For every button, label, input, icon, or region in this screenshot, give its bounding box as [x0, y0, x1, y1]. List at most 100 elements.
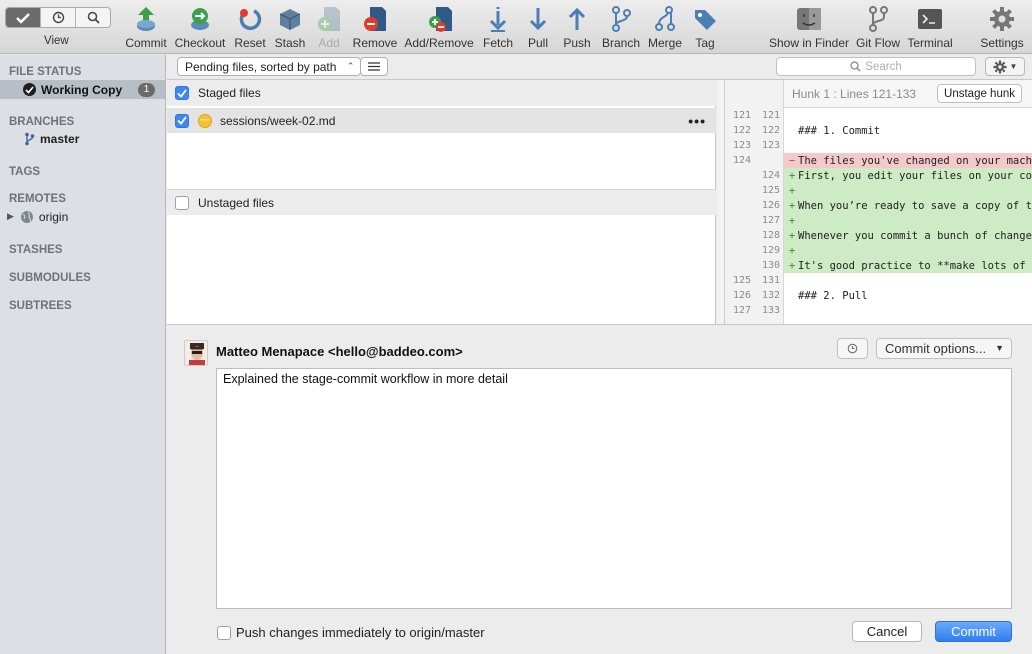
- unstage-hunk-button[interactable]: Unstage hunk: [937, 84, 1022, 103]
- diff-marker: +: [788, 214, 796, 227]
- staged-all-checkbox[interactable]: [175, 86, 189, 100]
- git-flow-button[interactable]: Git Flow: [854, 4, 902, 52]
- push-toolbar-button[interactable]: Push: [562, 4, 592, 52]
- sidebar-item-label: origin: [38, 209, 69, 224]
- pull-toolbar-button[interactable]: Pull: [524, 4, 552, 52]
- new-line-number: 129: [761, 245, 780, 256]
- checkmark-icon: [177, 116, 187, 125]
- commit-button[interactable]: Commit: [935, 621, 1012, 642]
- add-toolbar-button[interactable]: Add: [314, 4, 344, 52]
- add-remove-toolbar-button[interactable]: Add/Remove: [404, 4, 474, 52]
- diff-line[interactable]: 126 + When you’re ready to save a copy of …: [726, 198, 1032, 213]
- old-line-number: 126: [732, 290, 751, 301]
- reset-icon: [239, 9, 262, 30]
- new-line-number: 132: [761, 290, 780, 301]
- search-field[interactable]: Search: [776, 57, 976, 76]
- remove-toolbar-button[interactable]: Remove: [352, 4, 398, 52]
- checkout-toolbar-button[interactable]: Checkout: [174, 4, 226, 52]
- diff-line[interactable]: 130 + It's good practice to **make lots of: [726, 258, 1032, 273]
- sidebar-item-label: Working Copy: [41, 82, 123, 97]
- fetch-toolbar-button[interactable]: Fetch: [481, 4, 515, 52]
- stashes-heading[interactable]: STASHES: [9, 244, 62, 256]
- pane-splitter[interactable]: [717, 80, 725, 324]
- count-badge: 1: [138, 82, 155, 97]
- sort-dropdown-label: Pending files, sorted by path: [185, 59, 337, 74]
- chevron-down-icon: ▼: [1009, 62, 1018, 71]
- fetch-icon: [489, 7, 507, 32]
- diff-line[interactable]: 126 132 ### 2. Pull: [726, 288, 1032, 303]
- tag-icon: [695, 10, 716, 30]
- files-panel: Staged files ··· sessions/week-02.md •••…: [167, 80, 716, 324]
- diff-line[interactable]: 127 133: [726, 303, 1032, 318]
- history-view-button[interactable]: [41, 8, 76, 27]
- stash-toolbar-button[interactable]: Stash: [272, 4, 308, 52]
- view-segmented-control: [5, 7, 111, 28]
- new-line-number: 126: [761, 200, 780, 211]
- hunk-header: Hunk 1 : Lines 121-133 Unstage hunk: [784, 80, 1032, 108]
- old-line-number: 122: [732, 125, 751, 136]
- diff-line[interactable]: 127 +: [726, 213, 1032, 228]
- finder-icon: [797, 8, 821, 30]
- remove-icon: [364, 7, 386, 31]
- git-flow-icon: [869, 6, 888, 32]
- terminal-button[interactable]: Terminal: [906, 4, 954, 52]
- unstaged-all-checkbox[interactable]: [175, 195, 189, 210]
- tag-toolbar-button[interactable]: Tag: [692, 4, 718, 52]
- list-icon: [368, 62, 380, 71]
- cancel-button[interactable]: Cancel: [852, 621, 922, 642]
- sidebar-item-working-copy[interactable]: Working Copy 1: [0, 80, 165, 99]
- diff-marker: +: [788, 199, 796, 212]
- branch-icon: [612, 6, 631, 32]
- merge-toolbar-button[interactable]: Merge: [646, 4, 684, 52]
- settings-icon: [990, 7, 1014, 31]
- reset-toolbar-button[interactable]: Reset: [233, 4, 267, 52]
- diff-line[interactable]: 122 122 ### 1. Commit: [726, 123, 1032, 138]
- commit-toolbar-button[interactable]: Commit: [124, 4, 168, 52]
- commit-options-dropdown[interactable]: Commit options... ▼: [876, 338, 1012, 359]
- file-status-view-button[interactable]: [6, 8, 41, 27]
- diff-line[interactable]: 129 +: [726, 243, 1032, 258]
- search-view-button[interactable]: [76, 8, 110, 27]
- old-line-number: 121: [732, 110, 751, 121]
- commit-history-button[interactable]: [837, 338, 868, 359]
- diff-line[interactable]: 125 +: [726, 183, 1032, 198]
- stash-icon: [279, 9, 301, 30]
- commit-panel: Matteo Menapace <hello@baddeo.com> Commi…: [167, 324, 1032, 654]
- chevron-down-icon: ▼: [995, 343, 1004, 353]
- list-view-button[interactable]: [360, 57, 388, 76]
- disclosure-triangle-icon[interactable]: ▶: [7, 211, 14, 222]
- file-options-gear-button[interactable]: ▼: [985, 57, 1025, 76]
- diff-marker: +: [788, 259, 796, 272]
- old-line-number: 125: [732, 275, 751, 286]
- push-option[interactable]: Push changes immediately to origin/maste…: [217, 625, 485, 640]
- diff-line[interactable]: 125 131: [726, 273, 1032, 288]
- subtrees-heading[interactable]: SUBTREES: [9, 300, 72, 312]
- diff-line[interactable]: 124 + First, you edit your files on your c…: [726, 168, 1032, 183]
- diff-line-text: ### 2. Pull: [798, 289, 868, 302]
- commit-icon: [137, 7, 155, 31]
- more-actions-icon[interactable]: •••: [688, 113, 706, 129]
- sidebar-item-master[interactable]: master: [0, 129, 165, 148]
- push-checkbox[interactable]: [217, 625, 231, 640]
- sort-dropdown[interactable]: Pending files, sorted by path ⌃: [177, 57, 362, 76]
- diff-line-text: ### 1. Commit: [798, 124, 881, 137]
- tags-heading[interactable]: TAGS: [9, 166, 40, 178]
- show-in-finder-button[interactable]: Show in Finder: [767, 4, 851, 52]
- staged-file-row[interactable]: ··· sessions/week-02.md •••: [167, 108, 716, 133]
- sidebar-item-origin[interactable]: ▶ origin: [0, 207, 165, 226]
- unstaged-files-header: Unstaged files: [167, 189, 716, 215]
- branch-toolbar-button[interactable]: Branch: [600, 4, 642, 52]
- diff-line-text: Whenever you commit a bunch of change: [798, 229, 1032, 242]
- diff-line[interactable]: 121 121: [726, 108, 1032, 123]
- file-bar: Pending files, sorted by path ⌃ Search ▼: [167, 55, 1032, 80]
- staged-files-label: Staged files: [198, 86, 261, 100]
- old-line-number: 127: [732, 305, 751, 316]
- diff-line[interactable]: 123 123: [726, 138, 1032, 153]
- commit-message-input[interactable]: Explained the stage-commit workflow in m…: [216, 368, 1012, 609]
- file-checkbox[interactable]: [175, 113, 189, 128]
- diff-line[interactable]: 128 + Whenever you commit a bunch of chang…: [726, 228, 1032, 243]
- submodules-heading[interactable]: SUBMODULES: [9, 272, 91, 284]
- settings-button[interactable]: Settings: [978, 4, 1026, 52]
- diff-line[interactable]: 124 − The files you've changed on your mac…: [726, 153, 1032, 168]
- toolbar: View Commit Checkout Reset Stash Add Rem…: [0, 0, 1032, 54]
